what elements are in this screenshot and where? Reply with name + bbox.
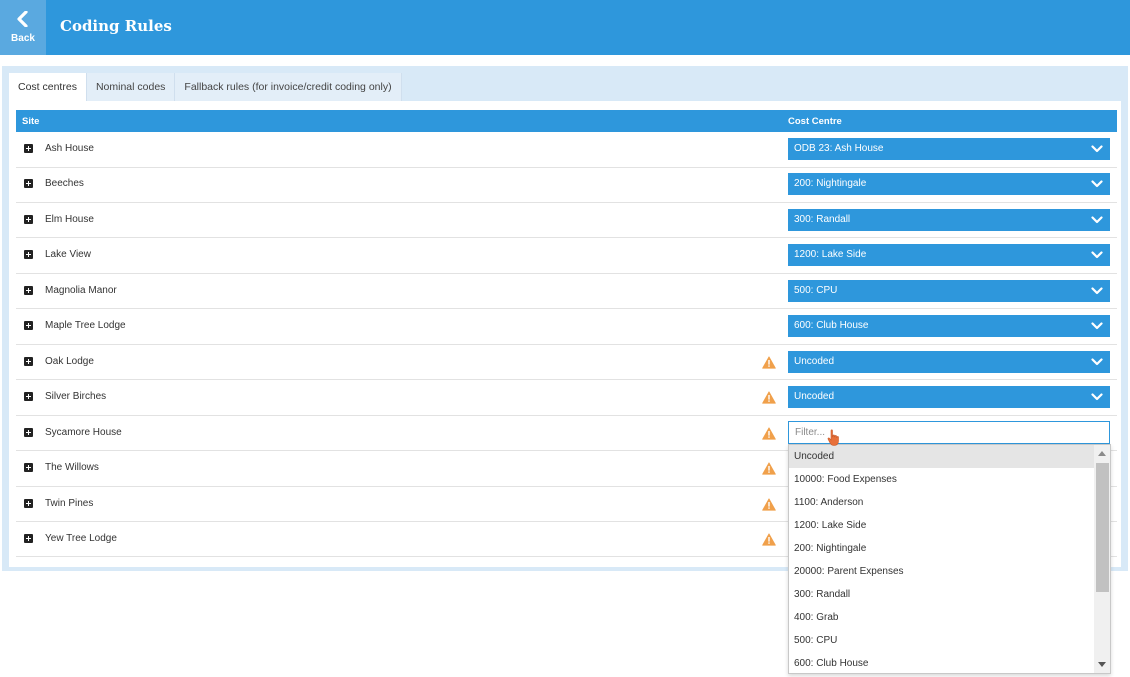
cost-centre-select[interactable]: ODB 23: Ash House	[788, 138, 1110, 160]
chevron-down-icon	[1091, 286, 1103, 296]
chevron-down-icon	[1091, 215, 1103, 225]
site-name: Magnolia Manor	[45, 284, 117, 296]
expand-icon[interactable]	[24, 533, 33, 543]
expand-icon[interactable]	[24, 250, 33, 260]
column-header-site: Site	[22, 116, 40, 127]
table-header: Site Cost Centre	[16, 110, 1117, 132]
warning-icon	[762, 391, 776, 404]
expand-icon[interactable]	[24, 356, 33, 366]
cost-centre-value: 300: Randall	[794, 213, 851, 225]
site-name: Yew Tree Lodge	[45, 532, 117, 544]
table-row: Maple Tree Lodge 600: Club House	[16, 309, 1117, 345]
back-button[interactable]: Back	[0, 0, 46, 55]
cost-centre-value: ODB 23: Ash House	[794, 143, 884, 154]
hand-pointer-icon	[827, 429, 843, 447]
cost-centre-value: 500: CPU	[794, 284, 838, 296]
site-name: Lake View	[45, 249, 91, 261]
scroll-up-icon[interactable]	[1098, 451, 1106, 456]
warning-icon	[762, 533, 776, 546]
table-row: Elm House 300: Randall	[16, 203, 1117, 239]
tab-nominal-codes[interactable]: Nominal codes	[86, 73, 176, 101]
cost-centre-select[interactable]: 500: CPU	[788, 279, 1110, 302]
dropdown-option[interactable]: 1200: Lake Side	[789, 514, 1095, 537]
site-name: Sycamore House	[45, 426, 122, 438]
dropdown-option[interactable]: 10000: Food Expenses	[789, 468, 1095, 491]
dropdown-option[interactable]: 300: Randall	[789, 583, 1095, 606]
tab-bar: Cost centres Nominal codes Fallback rule…	[9, 73, 402, 101]
expand-icon[interactable]	[24, 392, 33, 402]
expand-icon[interactable]	[24, 179, 33, 189]
chevron-down-icon	[1091, 392, 1103, 402]
chevron-left-icon	[0, 0, 46, 32]
table-row: Beeches 200: Nightingale	[16, 167, 1117, 203]
cost-centre-select[interactable]: Uncoded	[788, 386, 1110, 409]
table-row: Magnolia Manor 500: CPU	[16, 274, 1117, 310]
cost-centre-value: Uncoded	[794, 355, 835, 367]
site-name: The Willows	[45, 462, 99, 474]
site-name: Elm House	[45, 213, 94, 225]
cost-centre-select[interactable]: 600: Club House	[788, 315, 1110, 338]
cost-centre-value: Uncoded	[794, 391, 835, 403]
site-name: Ash House	[45, 143, 94, 154]
cost-centre-select[interactable]: 1200: Lake Side	[788, 244, 1110, 267]
cost-centre-select[interactable]: 300: Randall	[788, 208, 1110, 231]
tab-fallback-rules[interactable]: Fallback rules (for invoice/credit codin…	[175, 73, 402, 101]
dropdown-option[interactable]: 500: CPU	[789, 629, 1095, 652]
site-name: Maple Tree Lodge	[45, 320, 126, 332]
expand-icon[interactable]	[24, 144, 33, 153]
expand-icon[interactable]	[24, 321, 33, 331]
table-row: Ash House ODB 23: Ash House	[16, 132, 1117, 168]
dropdown-option[interactable]: 1100: Anderson	[789, 491, 1095, 514]
site-name: Beeches	[45, 178, 84, 190]
dropdown-scrollbar[interactable]	[1094, 445, 1110, 673]
expand-icon[interactable]	[24, 463, 33, 473]
dropdown-options: Uncoded 10000: Food Expenses 1100: Anderso…	[789, 445, 1110, 673]
cost-centre-select[interactable]: Uncoded	[788, 350, 1110, 373]
tab-cost-centres[interactable]: Cost centres	[9, 73, 87, 101]
dropdown-option[interactable]: 20000: Parent Expenses	[789, 560, 1095, 583]
site-name: Twin Pines	[45, 497, 94, 509]
warning-icon	[762, 356, 776, 369]
column-header-cost-centre: Cost Centre	[788, 116, 842, 127]
warning-icon	[762, 462, 776, 475]
back-label: Back	[11, 33, 35, 44]
header-bar: Back Coding Rules	[0, 0, 1130, 55]
cost-centre-select[interactable]: 200: Nightingale	[788, 173, 1110, 196]
expand-icon[interactable]	[24, 285, 33, 295]
expand-icon[interactable]	[24, 427, 33, 437]
cost-centre-value: 600: Club House	[794, 320, 869, 332]
cost-centre-value: 200: Nightingale	[794, 178, 867, 190]
cost-centre-value: 1200: Lake Side	[794, 249, 867, 261]
scroll-down-icon[interactable]	[1098, 662, 1106, 667]
page-title: Coding Rules	[60, 17, 172, 35]
warning-icon	[762, 497, 776, 511]
dropdown-option[interactable]: 600: Club House	[789, 652, 1095, 673]
cost-centre-dropdown: Uncoded 10000: Food Expenses 1100: Anderso…	[788, 444, 1111, 674]
chevron-down-icon	[1091, 179, 1103, 189]
chevron-down-icon	[1091, 321, 1103, 331]
chevron-down-icon	[1091, 250, 1103, 260]
site-name: Oak Lodge	[45, 355, 94, 367]
chevron-down-icon	[1091, 357, 1103, 367]
expand-icon[interactable]	[24, 498, 33, 508]
chevron-down-icon	[1091, 144, 1103, 154]
expand-icon[interactable]	[24, 214, 33, 224]
dropdown-option[interactable]: 400: Grab	[789, 606, 1095, 629]
dropdown-option[interactable]: 200: Nightingale	[789, 537, 1095, 560]
table-row: Lake View 1200: Lake Side	[16, 238, 1117, 274]
warning-icon	[762, 426, 776, 440]
site-name: Silver Birches	[45, 391, 107, 403]
scrollbar-thumb[interactable]	[1096, 463, 1109, 592]
table-row: Oak Lodge Uncoded	[16, 345, 1117, 381]
table-row: Silver Birches Uncoded	[16, 380, 1117, 416]
dropdown-option[interactable]: Uncoded	[789, 445, 1095, 468]
